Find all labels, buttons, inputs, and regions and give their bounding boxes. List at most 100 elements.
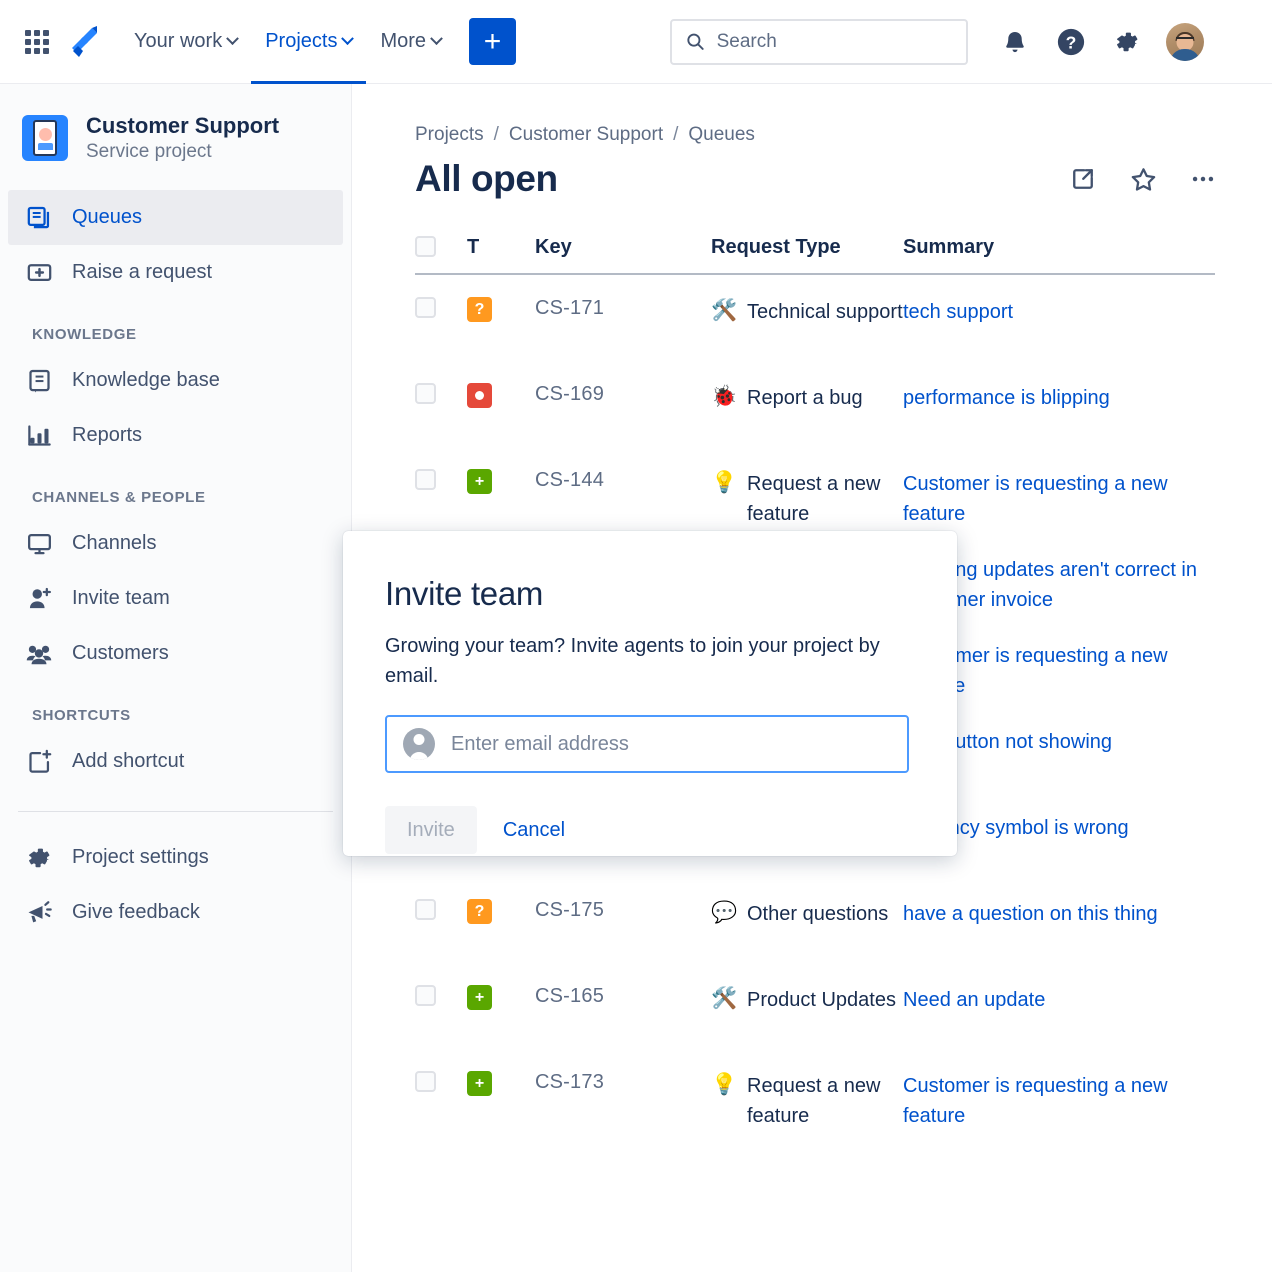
column-header-request-type[interactable]: Request Type xyxy=(711,236,903,259)
nav-item-your-work[interactable]: Your work xyxy=(120,0,251,84)
sidebar-item-label: Queues xyxy=(72,206,142,229)
table-row[interactable]: ? CS-175 💬 Other questions have a questi… xyxy=(415,877,1215,963)
sidebar-item-queues[interactable]: Queues xyxy=(8,190,343,245)
reports-bar-chart-icon xyxy=(24,421,54,451)
email-input-wrapper[interactable] xyxy=(385,715,909,773)
breadcrumb-projects[interactable]: Projects xyxy=(415,124,484,146)
row-checkbox[interactable] xyxy=(415,899,436,920)
issue-type-feature-icon: + xyxy=(467,1071,492,1096)
cancel-button[interactable]: Cancel xyxy=(489,806,579,854)
jira-logo[interactable] xyxy=(66,24,102,60)
sidebar-item-knowledge-base[interactable]: Knowledge base xyxy=(8,353,343,408)
sidebar-item-add-shortcut[interactable]: Add shortcut xyxy=(8,734,343,789)
table-row[interactable]: ? CS-171 🛠️ Technical support tech suppo… xyxy=(415,275,1215,361)
share-export-icon[interactable] xyxy=(1066,162,1100,196)
project-header[interactable]: Customer Support Service project xyxy=(0,112,351,164)
sidebar-section-channels-people: CHANNELS & PEOPLE xyxy=(8,489,343,506)
sidebar-item-label: Reports xyxy=(72,424,142,447)
nav-label: Projects xyxy=(265,30,337,53)
issue-summary-link[interactable]: Customer is requesting a new feature xyxy=(903,1071,1215,1131)
row-checkbox[interactable] xyxy=(415,1071,436,1092)
sidebar-item-label: Project settings xyxy=(72,846,209,869)
add-shortcut-icon xyxy=(24,747,54,777)
notifications-bell-icon[interactable] xyxy=(998,25,1032,59)
nav-item-more[interactable]: More xyxy=(366,0,455,84)
nav-item-projects[interactable]: Projects xyxy=(251,0,366,84)
sidebar-item-label: Channels xyxy=(72,532,157,555)
help-question-icon[interactable]: ? xyxy=(1054,25,1088,59)
breadcrumb-customer-support[interactable]: Customer Support xyxy=(509,124,663,146)
issue-key[interactable]: CS-173 xyxy=(535,1071,711,1094)
issue-summary-link[interactable]: Need an update xyxy=(903,985,1215,1015)
star-icon[interactable] xyxy=(1126,162,1160,196)
row-checkbox[interactable] xyxy=(415,383,436,404)
sidebar-item-label: Give feedback xyxy=(72,901,200,924)
select-all-cell xyxy=(415,236,467,257)
search-box[interactable] xyxy=(670,19,968,65)
table-row[interactable]: CS-169 🐞 Report a bug performance is bli… xyxy=(415,361,1215,447)
request-type-cell: 🐞 Report a bug xyxy=(711,383,903,413)
issue-key[interactable]: CS-165 xyxy=(535,985,711,1008)
breadcrumb-queues[interactable]: Queues xyxy=(688,124,755,146)
issue-type-bug-icon xyxy=(467,383,492,408)
table-row[interactable]: + CS-165 🛠️ Product Updates Need an upda… xyxy=(415,963,1215,1049)
issue-key[interactable]: CS-144 xyxy=(535,469,711,492)
sidebar-item-raise-a-request[interactable]: Raise a request xyxy=(8,245,343,300)
request-type-label: Report a bug xyxy=(747,383,863,413)
request-type-cell: 💬 Other questions xyxy=(711,899,903,929)
knowledge-book-icon xyxy=(24,366,54,396)
issue-summary-link[interactable]: Customer is requesting a new feature xyxy=(903,469,1215,529)
search-input[interactable] xyxy=(717,31,952,53)
column-header-type[interactable]: T xyxy=(467,236,535,259)
issue-key[interactable]: CS-171 xyxy=(535,297,711,320)
column-header-key[interactable]: Key xyxy=(535,236,711,259)
modal-actions: Invite Cancel xyxy=(385,806,917,854)
top-navigation-bar: Your work Projects More + xyxy=(0,0,1272,84)
request-type-icon: 🛠️ xyxy=(711,297,737,325)
sidebar-item-reports[interactable]: Reports xyxy=(8,408,343,463)
issue-key[interactable]: CS-175 xyxy=(535,899,711,922)
issue-summary-link[interactable]: performance is blipping xyxy=(903,383,1215,413)
row-checkbox[interactable] xyxy=(415,297,436,318)
project-name: Customer Support xyxy=(86,112,279,140)
row-checkbox[interactable] xyxy=(415,469,436,490)
sidebar-nav-list: Queues Raise a request KNOWLEDGE xyxy=(0,190,351,940)
select-all-checkbox[interactable] xyxy=(415,236,436,257)
megaphone-icon xyxy=(24,898,54,928)
chevron-down-icon xyxy=(430,32,443,45)
issue-summary-link[interactable]: have a question on this thing xyxy=(903,899,1215,929)
table-row[interactable]: + CS-173 💡 Request a new feature Custome… xyxy=(415,1049,1215,1135)
queues-icon xyxy=(24,203,54,233)
email-input[interactable] xyxy=(451,733,891,756)
more-options-icon[interactable] xyxy=(1186,162,1220,196)
sidebar-item-customers[interactable]: Customers xyxy=(8,626,343,681)
sidebar-item-label: Invite team xyxy=(72,587,170,610)
request-type-icon: 💬 xyxy=(711,899,737,927)
issue-summary-link[interactable]: tech support xyxy=(903,297,1215,327)
sidebar-item-channels[interactable]: Channels xyxy=(8,516,343,571)
request-type-label: Request a new feature xyxy=(747,469,903,529)
request-type-cell: 💡 Request a new feature xyxy=(711,1071,903,1131)
table-row[interactable]: + CS-144 💡 Request a new feature Custome… xyxy=(415,447,1215,533)
user-avatar[interactable] xyxy=(1166,23,1204,61)
sidebar-item-give-feedback[interactable]: Give feedback xyxy=(8,885,343,940)
breadcrumb: Projects / Customer Support / Queues xyxy=(415,124,1272,146)
breadcrumb-separator: / xyxy=(673,124,678,146)
request-type-label: Other questions xyxy=(747,899,888,929)
sidebar-item-project-settings[interactable]: Project settings xyxy=(8,830,343,885)
settings-gear-icon[interactable] xyxy=(1110,25,1144,59)
column-header-summary[interactable]: Summary xyxy=(903,236,1215,259)
sidebar-item-invite-team[interactable]: Invite team xyxy=(8,571,343,626)
apps-grid-icon[interactable] xyxy=(22,27,52,57)
issue-key[interactable]: CS-169 xyxy=(535,383,711,406)
create-button[interactable]: + xyxy=(469,18,516,65)
invite-button[interactable]: Invite xyxy=(385,806,477,854)
person-add-icon xyxy=(24,584,54,614)
nav-label: Your work xyxy=(134,30,222,53)
request-type-icon: 🐞 xyxy=(711,383,737,411)
issue-type-feature-icon: + xyxy=(467,469,492,494)
request-type-icon: 💡 xyxy=(711,469,737,497)
top-right-icons: ? xyxy=(998,23,1204,61)
sidebar-section-shortcuts: SHORTCUTS xyxy=(8,707,343,724)
row-checkbox[interactable] xyxy=(415,985,436,1006)
